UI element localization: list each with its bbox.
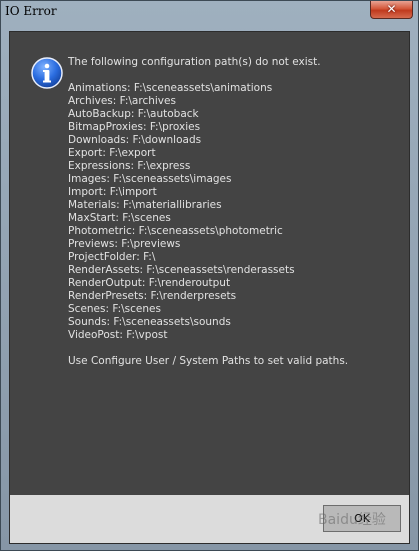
- path-item: Scenes: F:\scenes: [68, 303, 161, 315]
- close-icon: ✕: [386, 2, 397, 16]
- path-item: MaxStart: F:\scenes: [68, 212, 171, 224]
- io-error-dialog: IO Error ✕ The following configuration p…: [0, 0, 419, 551]
- path-item: Photometric: F:\sceneassets\photometric: [68, 225, 283, 237]
- path-item: Sounds: F:\sceneassets\sounds: [68, 316, 231, 328]
- intro-text: The following configuration path(s) do n…: [68, 56, 321, 68]
- title-bar[interactable]: IO Error ✕: [1, 1, 418, 23]
- path-item: Expressions: F:\express: [68, 160, 191, 172]
- button-bar: OK Baidu经验: [10, 495, 409, 543]
- path-item: RenderOutput: F:\renderoutput: [68, 277, 231, 289]
- path-item: VideoPost: F:\vpost: [68, 329, 168, 341]
- info-icon: [31, 57, 63, 89]
- path-item: BitmapProxies: F:\proxies: [68, 121, 201, 133]
- path-item: AutoBackup: F:\autoback: [68, 108, 199, 120]
- path-item: ProjectFolder: F:\: [68, 251, 156, 263]
- window-title: IO Error: [5, 4, 57, 18]
- path-item: Downloads: F:\downloads: [68, 134, 202, 146]
- dialog-client-area: The following configuration path(s) do n…: [9, 31, 410, 544]
- path-item: Previews: F:\previews: [68, 238, 181, 250]
- hint-text: Use Configure User / System Paths to set…: [68, 355, 349, 367]
- path-item: RenderPresets: F:\renderpresets: [68, 290, 237, 302]
- path-item: Materials: F:\materiallibraries: [68, 199, 222, 211]
- error-message: The following configuration path(s) do n…: [68, 56, 398, 368]
- path-item: Import: F:\import: [68, 186, 157, 198]
- path-item: Archives: F:\archives: [68, 95, 176, 107]
- path-item: Animations: F:\sceneassets\animations: [68, 82, 273, 94]
- close-button[interactable]: ✕: [370, 1, 413, 19]
- path-item: Export: F:\export: [68, 147, 156, 159]
- path-item: Images: F:\sceneassets\images: [68, 173, 232, 185]
- message-panel: The following configuration path(s) do n…: [10, 32, 409, 495]
- watermark: Baidu经验: [318, 512, 386, 528]
- path-item: RenderAssets: F:\sceneassets\renderasset…: [68, 264, 295, 276]
